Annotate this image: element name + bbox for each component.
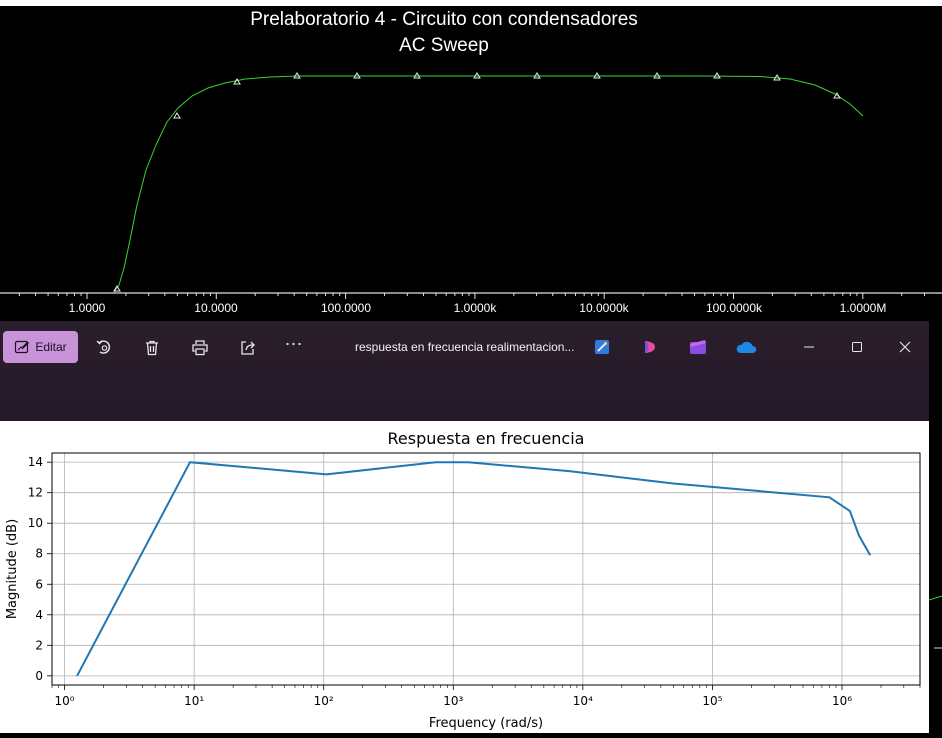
y-tick-label: 14 (28, 455, 43, 469)
edit-label: Editar (35, 340, 67, 354)
edit-image-icon (15, 340, 30, 354)
clipchamp-icon (690, 340, 706, 354)
x-tick-labels: 10⁰ 10¹ 10² 10³ 10⁴ 10⁵ 10⁶ (55, 694, 853, 708)
minimize-icon (804, 346, 814, 348)
ac-sweep-trace (113, 75, 864, 293)
spice-tick-label: 1.0000k (454, 301, 498, 315)
designer-icon (645, 341, 655, 353)
y-tick-label: 12 (28, 486, 43, 500)
image-canvas: Respuesta en frecuencia 10⁰ 10¹ 10² 10³ 10⁴ 1… (0, 421, 929, 733)
file-name: respuesta en frecuencia realimentacion..… (355, 340, 575, 354)
x-tick-label: 10⁰ (55, 694, 75, 708)
spice-tick-label: 10.0000k (579, 301, 629, 315)
delete-button[interactable] (140, 332, 164, 362)
onedrive-cloud-icon (736, 341, 757, 353)
edit-button[interactable]: Editar (3, 331, 78, 363)
x-tick-label: 10⁵ (702, 694, 722, 708)
spice-tick-label: 1.0000 (69, 301, 106, 315)
y-tick-labels: 0 2 4 6 8 10 12 14 (28, 455, 43, 683)
y-tick-label: 10 (28, 516, 43, 530)
share-button[interactable] (236, 332, 260, 362)
more-options-button[interactable]: ⋯ (282, 329, 306, 359)
y-tick-label: 0 (35, 669, 43, 683)
photo-editor-icon (595, 340, 609, 354)
clipchamp-app-button[interactable] (640, 332, 660, 362)
y-tick-label: 4 (35, 608, 43, 622)
spice-tick-label: 1.0000M (840, 301, 887, 315)
spice-tick-label: 10.0000 (194, 301, 238, 315)
minimize-button[interactable] (797, 332, 821, 362)
frequency-response-chart: Respuesta en frecuencia 10⁰ 10¹ 10² 10³ 10⁴ 1… (5, 429, 921, 731)
x-axis-label: Frequency (rad/s) (429, 716, 543, 731)
trash-icon (146, 340, 158, 355)
rotate-icon (96, 340, 111, 354)
x-tick-label: 10⁴ (573, 694, 593, 708)
axes-frame (51, 452, 921, 686)
more-icon: ⋯ (284, 333, 304, 354)
maximize-button[interactable] (845, 332, 869, 362)
x-tick-label: 10⁶ (832, 694, 852, 708)
close-button[interactable] (893, 332, 917, 362)
y-axis-label: Magnitude (dB) (5, 519, 20, 619)
print-button[interactable] (188, 332, 212, 362)
y-tick-label: 2 (35, 638, 43, 652)
y-tick-label: 6 (35, 577, 43, 591)
x-axis-tick-labels: 1.0000 10.0000 100.0000 1.0000k 10.0000k… (69, 301, 887, 315)
grid-lines (52, 453, 920, 685)
chart-title: Respuesta en frecuencia (388, 429, 585, 448)
viewer-toolbar: Editar ⋯ respuesta en frecuencia realime… (0, 321, 929, 421)
ac-sweep-plot: 1.0000 10.0000 100.0000 1.0000k 10.0000k… (0, 72, 942, 315)
axes-ticks (47, 461, 921, 690)
photo-editor-app-button[interactable] (592, 332, 612, 362)
photos-viewer-window: Editar ⋯ respuesta en frecuencia realime… (0, 321, 929, 733)
y-tick-label: 8 (35, 547, 43, 561)
x-tick-label: 10³ (443, 694, 463, 708)
maximize-icon (852, 342, 862, 352)
share-icon (241, 340, 255, 355)
x-tick-label: 10¹ (184, 694, 204, 708)
onedrive-button[interactable] (734, 332, 758, 362)
rotate-button[interactable] (92, 332, 116, 362)
ac-sweep-window: Prelaboratorio 4 - Circuito con condensa… (0, 0, 942, 320)
x-tick-label: 10² (314, 694, 334, 708)
printer-icon (192, 339, 208, 355)
trace-markers (113, 72, 841, 292)
spice-tick-label: 100.0000k (706, 301, 763, 315)
magnitude-series-line (76, 461, 872, 677)
background-window-edge (928, 321, 942, 733)
close-icon (899, 341, 911, 353)
video-editor-app-button[interactable] (688, 332, 708, 362)
spice-tick-label: 100.0000 (321, 301, 371, 315)
x-axis-minor-ticks (18, 293, 925, 299)
